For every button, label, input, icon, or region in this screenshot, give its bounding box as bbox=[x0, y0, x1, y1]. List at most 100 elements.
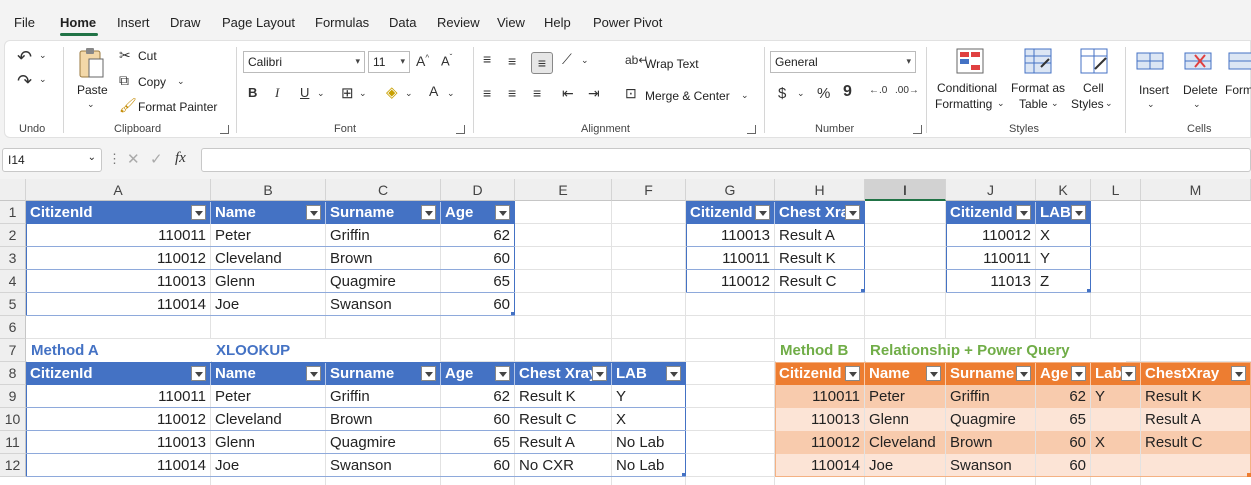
cell-styles-dropdown-icon[interactable]: ⌄ bbox=[1105, 98, 1113, 109]
row-header-5[interactable]: 5 bbox=[0, 293, 26, 316]
table1-cell[interactable]: 110011 bbox=[26, 224, 210, 247]
worksheet-grid[interactable]: ABCDEFGHIJKLM 1 2 3 4 5 6 7 8 9 10 11 12 CitizenId N… bbox=[0, 179, 1251, 485]
format-as-label[interactable]: Format as bbox=[1011, 81, 1065, 95]
filter-dropdown-icon[interactable] bbox=[1071, 205, 1086, 220]
align-middle-icon[interactable]: ≡ bbox=[508, 53, 516, 69]
align-bottom-icon[interactable]: ≡ bbox=[531, 52, 553, 74]
currency-dropdown-icon[interactable]: ⌄ bbox=[797, 88, 805, 99]
alignment-launcher-icon[interactable] bbox=[747, 125, 756, 134]
column-header-a[interactable]: A bbox=[26, 179, 211, 201]
method_b-cell[interactable]: Brown bbox=[946, 431, 1035, 454]
filter-dropdown-icon[interactable] bbox=[845, 366, 860, 381]
method_b-header-1[interactable]: Name bbox=[865, 362, 946, 385]
increase-decimal-icon[interactable]: ←.0 bbox=[869, 85, 887, 96]
method_b-cell[interactable]: Result C bbox=[1141, 431, 1250, 454]
name-box[interactable]: I14 ⌄ bbox=[2, 148, 102, 172]
row-header-4[interactable]: 4 bbox=[0, 270, 26, 293]
table2-cell[interactable]: Result C bbox=[775, 270, 864, 293]
decrease-indent-icon[interactable]: ⇤ bbox=[562, 85, 574, 102]
column-header-l[interactable]: L bbox=[1091, 179, 1141, 201]
filter-dropdown-icon[interactable] bbox=[1071, 366, 1086, 381]
menu-power-pivot[interactable]: Power Pivot bbox=[593, 15, 662, 30]
filter-dropdown-icon[interactable] bbox=[1231, 366, 1246, 381]
cut-icon[interactable]: ✂ bbox=[119, 47, 131, 64]
align-left-icon[interactable]: ≡ bbox=[483, 85, 491, 101]
method_b-header-5[interactable]: ChestXray bbox=[1141, 362, 1251, 385]
method_a-cell[interactable]: No Lab bbox=[612, 454, 685, 477]
font-size-select[interactable]: 11 ▾ bbox=[368, 51, 410, 73]
method_a-cell[interactable]: 110014 bbox=[26, 454, 210, 477]
table3-cell[interactable]: 110012 bbox=[946, 224, 1035, 247]
method_b-cell[interactable]: Y bbox=[1091, 385, 1140, 408]
table1-header-0[interactable]: CitizenId bbox=[26, 201, 211, 224]
insert-dropdown-icon[interactable]: ⌄ bbox=[1147, 99, 1155, 110]
method_b-cell[interactable]: Result A bbox=[1141, 408, 1250, 431]
method_b-cell[interactable]: 110013 bbox=[775, 408, 864, 431]
method_b-cell[interactable]: Joe bbox=[865, 454, 945, 477]
method_a-cell[interactable]: Y bbox=[612, 385, 685, 408]
filter-dropdown-icon[interactable] bbox=[495, 205, 510, 220]
table2-cell[interactable]: Result A bbox=[775, 224, 864, 247]
row-header-6[interactable]: 6 bbox=[0, 316, 26, 339]
method_b-header-3[interactable]: Age bbox=[1036, 362, 1091, 385]
filter-dropdown-icon[interactable] bbox=[421, 205, 436, 220]
method_b-cell[interactable] bbox=[1141, 454, 1250, 477]
cut-button[interactable]: Cut bbox=[138, 49, 157, 63]
method_a-header-3[interactable]: Age bbox=[441, 362, 515, 385]
method_a-cell[interactable]: 62 bbox=[441, 385, 514, 408]
method_a-cell[interactable]: 60 bbox=[441, 454, 514, 477]
method_b-cell[interactable]: X bbox=[1091, 431, 1140, 454]
merge-center-button[interactable]: Merge & Center bbox=[645, 89, 730, 103]
column-header-g[interactable]: G bbox=[686, 179, 775, 201]
underline-dropdown-icon[interactable]: ⌄ bbox=[317, 88, 325, 99]
table2-header-0[interactable]: CitizenId bbox=[686, 201, 775, 224]
filter-dropdown-icon[interactable] bbox=[926, 366, 941, 381]
select-all-corner[interactable] bbox=[0, 179, 26, 201]
method_b-cell[interactable]: Quagmire bbox=[946, 408, 1035, 431]
method_a-cell[interactable]: 110013 bbox=[26, 431, 210, 454]
borders-dropdown-icon[interactable]: ⌄ bbox=[359, 88, 367, 99]
menu-formulas[interactable]: Formulas bbox=[315, 15, 369, 30]
method_b-header-0[interactable]: CitizenId bbox=[775, 362, 865, 385]
align-right-icon[interactable]: ≡ bbox=[533, 85, 541, 101]
method_b-cell[interactable]: Peter bbox=[865, 385, 945, 408]
styles-button-label[interactable]: Styles bbox=[1071, 97, 1104, 111]
filter-dropdown-icon[interactable] bbox=[495, 366, 510, 381]
percent-icon[interactable]: % bbox=[817, 85, 830, 102]
orientation-dropdown-icon[interactable]: ⌄ bbox=[581, 55, 589, 66]
column-header-e[interactable]: E bbox=[515, 179, 612, 201]
method_a-cell[interactable]: No Lab bbox=[612, 431, 685, 454]
italic-button[interactable]: I bbox=[275, 85, 279, 101]
paste-dropdown-icon[interactable]: ⌄ bbox=[87, 99, 95, 110]
row-header-3[interactable]: 3 bbox=[0, 247, 26, 270]
delete-dropdown-icon[interactable]: ⌄ bbox=[1193, 99, 1201, 110]
table-label[interactable]: Table bbox=[1019, 97, 1048, 111]
table1-header-2[interactable]: Surname bbox=[326, 201, 441, 224]
method_b-cell[interactable]: 65 bbox=[1036, 408, 1090, 431]
cancel-icon[interactable]: ✕ bbox=[127, 150, 140, 168]
method_a-header-1[interactable]: Name bbox=[211, 362, 326, 385]
method_a-header-0[interactable]: CitizenId bbox=[26, 362, 211, 385]
column-header-c[interactable]: C bbox=[326, 179, 441, 201]
formatting-label[interactable]: Formatting bbox=[935, 97, 992, 111]
filter-dropdown-icon[interactable] bbox=[1121, 366, 1136, 381]
menu-help[interactable]: Help bbox=[544, 15, 571, 30]
table1-cell[interactable]: 60 bbox=[441, 293, 514, 316]
table3-cell[interactable]: Z bbox=[1036, 270, 1090, 293]
method_b-cell[interactable]: Swanson bbox=[946, 454, 1035, 477]
comma-icon[interactable]: 9 bbox=[843, 83, 852, 101]
method_b-cell[interactable]: 110011 bbox=[775, 385, 864, 408]
column-header-h[interactable]: H bbox=[775, 179, 865, 201]
filter-dropdown-icon[interactable] bbox=[191, 366, 206, 381]
table2-cell[interactable]: 110012 bbox=[686, 270, 774, 293]
paste-icon[interactable] bbox=[77, 47, 107, 78]
table1-header-3[interactable]: Age bbox=[441, 201, 515, 224]
more-options-icon[interactable]: ⋮ bbox=[108, 151, 121, 167]
method_a-header-2[interactable]: Surname bbox=[326, 362, 441, 385]
method_a-cell[interactable]: Result K bbox=[515, 385, 611, 408]
filter-dropdown-icon[interactable] bbox=[306, 205, 321, 220]
method_a-cell[interactable]: Glenn bbox=[211, 431, 325, 454]
undo-dropdown-icon[interactable]: ⌄ bbox=[39, 50, 47, 61]
method_a-cell[interactable]: Quagmire bbox=[326, 431, 440, 454]
table2-cell[interactable]: Result K bbox=[775, 247, 864, 270]
